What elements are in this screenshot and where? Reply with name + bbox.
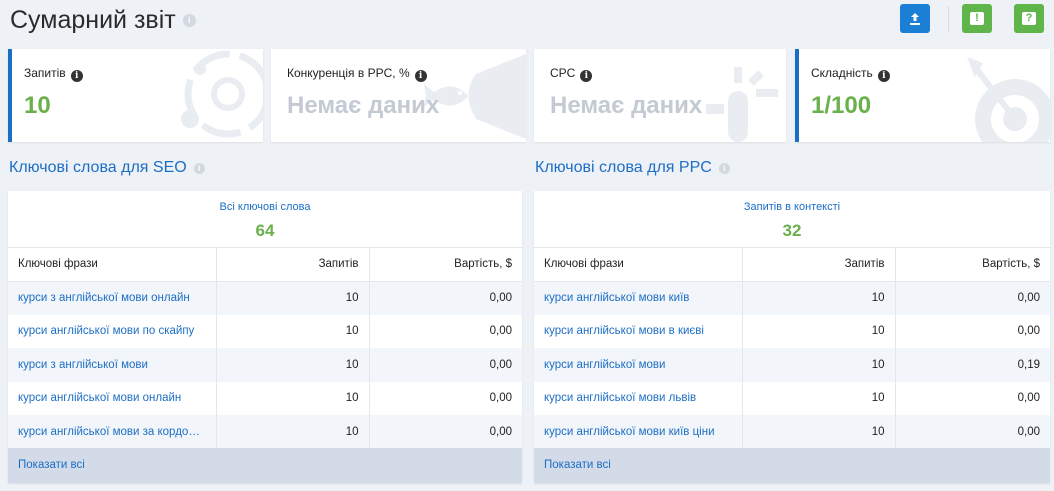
info-icon[interactable]: i [580,70,593,82]
keyword-link[interactable]: курси англійської мови в києві [534,315,742,349]
card-value: 10 [24,92,51,119]
table-row: курси англійської мови за кордоном 10 0,00 [8,415,522,449]
requests-cell: 10 [215,415,369,449]
card-label: Запитів i [24,66,83,82]
page-title-text: Сумарний звіт [10,6,176,34]
requests-cell: 10 [741,381,895,415]
column-header[interactable]: Запитів [215,248,369,282]
info-icon[interactable]: i [877,70,890,82]
seo-section-title: Ключові слова для SEO i [9,159,205,177]
card-label: Складність i [811,66,890,82]
all-keywords-link[interactable]: Всі ключові слова [8,191,522,213]
keyword-link[interactable]: курси англійської мови за кордоном [8,415,216,449]
all-keywords-count: 64 [255,221,275,240]
cost-cell: 0,00 [368,348,522,382]
requests-cell: 10 [215,281,369,315]
cost-cell: 0,00 [368,415,522,449]
table-row: курси англійської мови київ 10 0,00 [534,281,1050,315]
seo-summary: Всі ключові слова 64 [8,191,522,248]
help-icon: ? [1022,12,1036,25]
show-all-link[interactable]: Показати всі [8,448,522,483]
card-cpc: CPC i Немає даних [534,49,786,142]
card-label: Конкуренція в PPC, % i [287,66,427,82]
export-button[interactable] [900,4,930,33]
table-row: курси англійської мови київ ціни 10 0,00 [534,415,1050,449]
card-requests: Запитів i 10 [8,49,263,142]
toolbar-divider [948,6,949,32]
table-row: курси з англійської мови онлайн 10 0,00 [8,281,522,315]
keyword-link[interactable]: курси з англійської мови [8,348,216,382]
cost-cell: 0,00 [894,281,1050,315]
show-all-link[interactable]: Показати всі [534,448,1050,483]
page-title: Сумарний звіт i [10,6,196,35]
feedback-icon: ! [970,12,984,25]
requests-cell: 10 [741,281,895,315]
info-icon[interactable]: i [182,14,196,27]
cost-cell: 0,00 [368,381,522,415]
table-row: курси з англійської мови 10 0,00 [8,348,522,382]
card-value: 1/100 [811,92,872,119]
orbit-icon [181,50,263,138]
column-header[interactable]: Запитів [741,248,895,282]
card-value: Немає даних [550,92,703,119]
requests-cell: 10 [741,415,895,449]
context-requests-link[interactable]: Запитів в контексті [534,191,1050,213]
requests-cell: 10 [741,314,895,348]
ppc-summary: Запитів в контексті 32 [534,191,1050,248]
keyword-link[interactable]: курси англійської мови по скайпу [8,315,216,349]
help-button[interactable]: ? [1014,4,1044,33]
table-row: курси англійської мови 10 0,19 [534,348,1050,382]
feedback-button[interactable]: ! [962,4,992,33]
card-difficulty: Складність i 1/100 [795,49,1050,142]
cost-cell: 0,00 [894,314,1050,348]
keyword-link[interactable]: курси англійської мови київ ціни [534,415,742,449]
cost-cell: 0,00 [894,415,1050,449]
cost-cell: 0,19 [894,348,1050,382]
info-icon[interactable]: i [70,70,83,82]
info-icon[interactable]: i [718,162,730,174]
table-row: курси англійської мови по скайпу 10 0,00 [8,314,522,349]
context-requests-count: 32 [782,221,802,240]
seo-keywords-panel: Всі ключові слова 64 Ключові фрази Запит… [8,191,522,483]
target-icon [967,57,1050,142]
card-ppc-competition: Конкуренція в PPC, % i Немає даних [271,49,526,142]
column-header[interactable]: Ключові фрази [8,248,216,282]
info-icon[interactable]: i [414,70,427,82]
column-header[interactable]: Ключові фрази [534,248,742,282]
requests-cell: 10 [741,348,895,382]
column-header[interactable]: Вартість, $ [368,248,522,282]
keyword-link[interactable]: курси з англійської мови онлайн [8,281,216,315]
keyword-link[interactable]: курси англійської мови львів [534,382,742,416]
cost-cell: 0,00 [368,281,522,315]
table-row: курси англійської мови львів 10 0,00 [534,381,1050,416]
keyword-link[interactable]: курси англійської мови київ [534,281,742,315]
ppc-table: Ключові фрази Запитів Вартість, $ курси … [534,248,1050,449]
cost-cell: 0,00 [894,381,1050,415]
ppc-section-title: Ключові слова для PPC i [535,159,730,177]
info-icon[interactable]: i [193,162,205,174]
table-row: курси англійської мови в києві 10 0,00 [534,314,1050,349]
upload-icon [910,12,920,25]
keyword-link[interactable]: курси англійської мови онлайн [8,382,216,416]
column-header[interactable]: Вартість, $ [894,248,1050,282]
seo-table: Ключові фрази Запитів Вартість, $ курси … [8,248,522,449]
cost-cell: 0,00 [368,314,522,348]
requests-cell: 10 [215,348,369,382]
requests-cell: 10 [215,314,369,348]
ppc-keywords-panel: Запитів в контексті 32 Ключові фрази Зап… [534,191,1050,483]
card-label: CPC i [550,66,593,82]
table-row: курси англійської мови онлайн 10 0,00 [8,381,522,416]
keyword-link[interactable]: курси англійської мови [534,348,742,382]
requests-cell: 10 [215,381,369,415]
card-value: Немає даних [287,92,440,119]
